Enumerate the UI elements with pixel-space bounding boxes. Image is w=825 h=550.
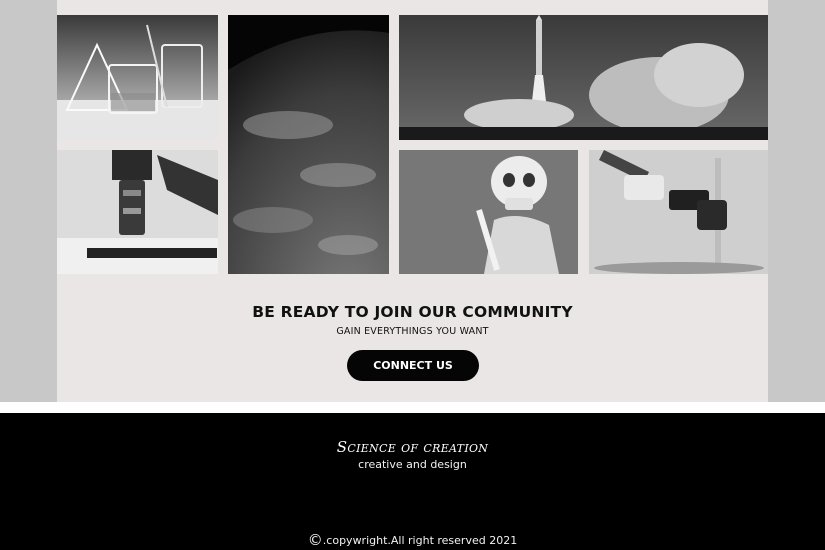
site-footer: Science of creation creative and design … (0, 413, 825, 550)
gallery-image-stereo-microscope (589, 150, 768, 274)
connect-us-button[interactable]: CONNECT US (347, 350, 479, 381)
copyright-text: .copywright.All right reserved 2021 (322, 534, 518, 547)
footer-tagline: creative and design (358, 458, 467, 471)
left-side-panel (0, 0, 57, 402)
gallery-image-rocket-launch (399, 15, 768, 140)
cta-heading: BE READY TO JOIN OUR COMMUNITY (252, 303, 573, 321)
copyright-icon: © (307, 531, 323, 549)
gallery-image-earth (228, 15, 389, 274)
gallery-image-skeleton (399, 150, 578, 274)
gallery-image-lab-glassware (57, 15, 218, 140)
footer-brand: Science of creation (336, 438, 489, 456)
right-side-panel (768, 0, 825, 402)
cta-subheading: GAIN EVERYTHINGS YOU WANT (336, 326, 489, 337)
footer-copyright: ©.copywright.All right reserved 2021 (0, 531, 825, 549)
gallery-image-microscope (57, 150, 218, 274)
